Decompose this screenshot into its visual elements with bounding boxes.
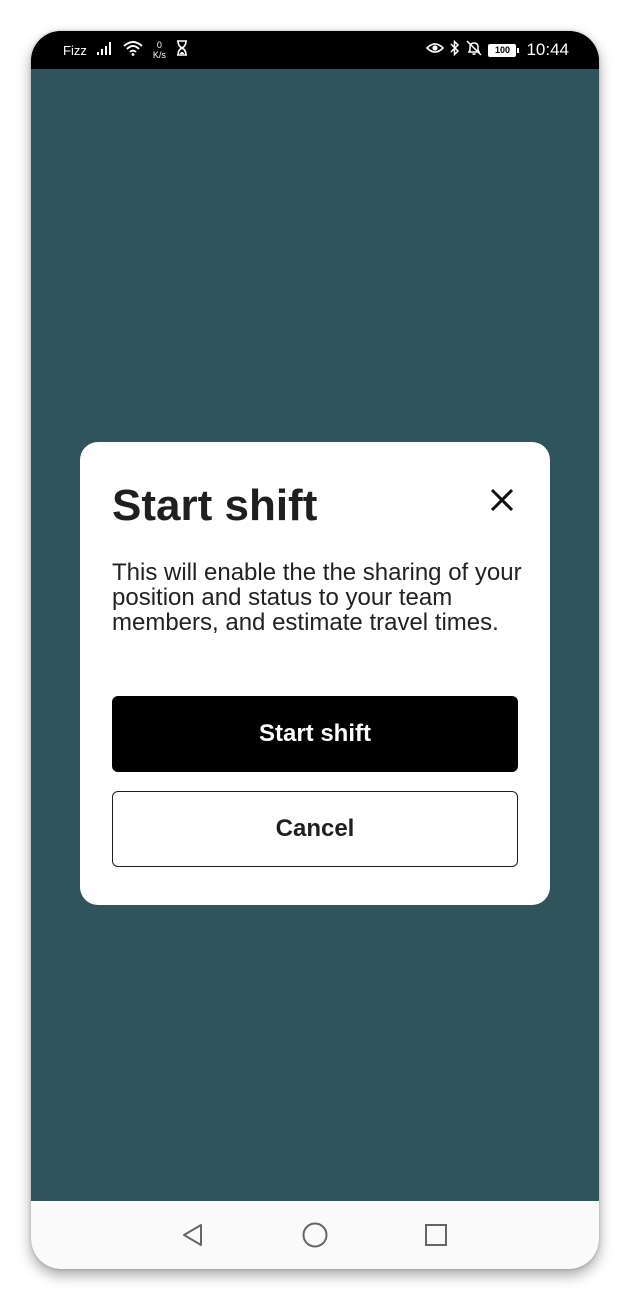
net-speed-value: 0 (156, 40, 162, 50)
phone-screen: Fizz 0 K/s 100 10:44 Start shift This wi… (31, 31, 599, 1269)
bluetooth-icon (450, 39, 460, 61)
net-speed-unit: K/s (152, 50, 166, 60)
start-shift-dialog: Start shift This will enable the the sha… (80, 442, 550, 905)
back-icon (183, 1224, 202, 1246)
carrier-name: Fizz (63, 42, 87, 58)
hourglass-icon (176, 39, 188, 61)
close-icon (490, 488, 514, 512)
net-speed: 0 K/s (153, 40, 166, 60)
battery-icon: 100 (488, 43, 520, 57)
clock: 10:44 (526, 40, 569, 59)
status-bar: Fizz 0 K/s 100 10:44 (31, 31, 599, 69)
cancel-button[interactable]: Cancel (112, 791, 518, 867)
status-bar-right: 100 10:44 (426, 31, 569, 69)
close-button[interactable] (484, 482, 520, 518)
back-button[interactable] (176, 1218, 210, 1252)
home-icon (302, 1222, 328, 1248)
status-bar-left: Fizz 0 K/s (63, 31, 188, 69)
recents-button[interactable] (419, 1218, 453, 1252)
bell-off-icon (466, 39, 482, 61)
signal-icon (96, 41, 113, 60)
eye-icon (426, 41, 445, 59)
wifi-icon (123, 40, 143, 61)
recents-icon (425, 1224, 447, 1246)
navigation-bar (31, 1201, 599, 1269)
home-button[interactable] (298, 1218, 332, 1252)
app-background: Start shift This will enable the the sha… (31, 69, 599, 1201)
start-shift-button[interactable]: Start shift (112, 696, 518, 772)
dialog-message: This will enable the the sharing of your… (112, 559, 522, 636)
dialog-title: Start shift (112, 481, 318, 530)
